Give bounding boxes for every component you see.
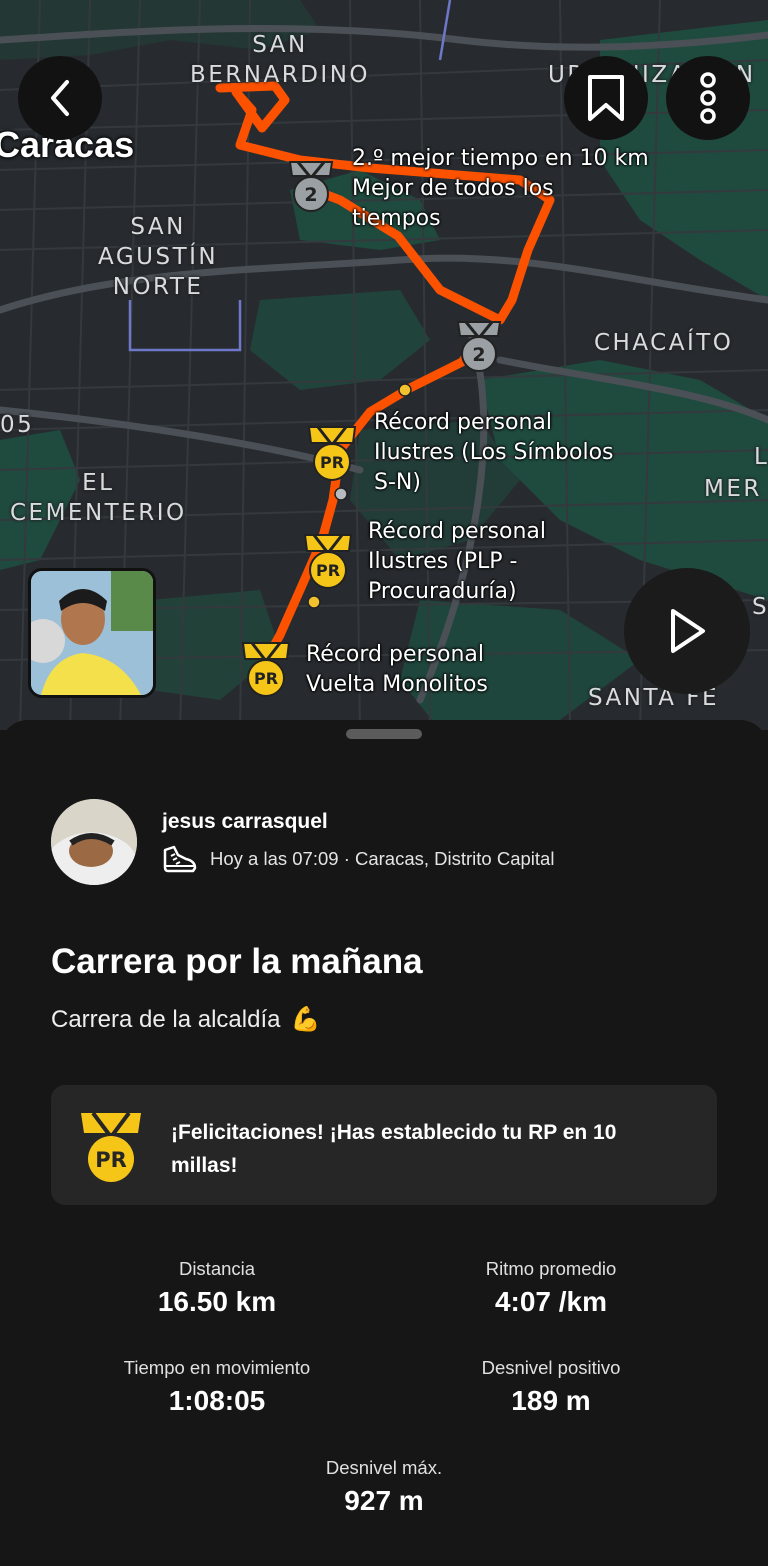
stat-max-elevation: Desnivel máx. 927 m — [214, 1457, 554, 1517]
segment-label[interactable]: Récord personal Ilustres (Los Símbolos S… — [374, 408, 614, 498]
second-best-medal-icon[interactable]: 2 — [286, 158, 336, 219]
sheet-drag-handle[interactable] — [346, 729, 422, 739]
place-label: SAN AGUSTÍN NORTE — [98, 214, 219, 300]
stat-value: 4:07 /km — [494, 1286, 608, 1317]
pr-medal-icon: PR — [81, 1111, 141, 1182]
pr-medal-icon[interactable]: PR — [302, 532, 354, 595]
medal-rank: 2 — [472, 344, 485, 366]
medal-rank: PR — [254, 669, 278, 688]
activity-description-text: Carrera de la alcaldía — [51, 1005, 281, 1033]
place-label: EL CEMENTERIO — [10, 470, 187, 526]
place-label: 05 — [0, 412, 35, 438]
stat-moving-time: Tiempo en movimiento 1:08:05 — [47, 1357, 387, 1417]
bookmark-button[interactable] — [564, 56, 648, 140]
stat-avg-pace: Ritmo promedio 4:07 /km — [381, 1258, 721, 1318]
stat-label: Tiempo en movimiento — [123, 1357, 311, 1378]
segment-label[interactable]: Récord personal Ilustres (PLP - Procurad… — [368, 517, 546, 607]
activity-time-location: Hoy a las 07:09 · Caracas, Distrito Capi… — [210, 848, 555, 869]
stat-label: Desnivel positivo — [481, 1357, 621, 1378]
running-shoe-icon — [163, 845, 197, 873]
stat-value: 16.50 km — [157, 1286, 277, 1317]
bookmark-icon — [588, 75, 624, 121]
activity-detail-sheet: jesus carrasquel Hoy a las 07:09 · Carac… — [0, 720, 768, 1566]
stat-label: Ritmo promedio — [485, 1258, 617, 1279]
more-options-button[interactable] — [666, 56, 750, 140]
pr-message: ¡Felicitaciones! ¡Has establecido tu RP … — [171, 1121, 617, 1177]
stat-value: 927 m — [344, 1485, 424, 1516]
medal-rank: 2 — [304, 184, 317, 206]
segment-label[interactable]: Récord personal Vuelta Monolitos — [306, 640, 488, 700]
activity-title: Carrera por la mañana — [51, 942, 423, 981]
segment-label[interactable]: 2.º mejor tiempo en 10 km Mejor de todos… — [352, 144, 649, 234]
second-best-medal-icon[interactable]: 2 — [454, 318, 504, 379]
place-label: CHACAÍTO — [594, 330, 734, 356]
medal-rank: PR — [316, 561, 340, 580]
pr-medal-icon[interactable]: PR — [240, 640, 292, 703]
activity-photo-thumbnail[interactable] — [28, 568, 156, 698]
avatar[interactable] — [51, 799, 137, 885]
more-vertical-icon — [700, 72, 716, 124]
activity-description: Carrera de la alcaldía 💪 — [51, 1005, 320, 1034]
stat-label: Distancia — [178, 1258, 256, 1279]
chevron-left-icon — [51, 80, 69, 116]
athlete-name[interactable]: jesus carrasquel — [162, 810, 328, 834]
stat-label: Desnivel máx. — [325, 1457, 443, 1478]
place-label: MER — [704, 476, 762, 502]
play-icon — [671, 609, 705, 653]
medal-rank: PR — [320, 453, 344, 472]
place-label: L — [754, 444, 768, 470]
stat-distance: Distancia 16.50 km — [47, 1258, 387, 1318]
stat-value: 189 m — [511, 1385, 591, 1416]
place-label: S — [752, 594, 768, 620]
play-flyover-button[interactable] — [624, 568, 750, 694]
flexed-biceps-icon: 💪 — [290, 1006, 321, 1033]
medal-rank: PR — [95, 1148, 127, 1172]
route-map[interactable]: SAN BERNARDINO SAN AGUSTÍN NORTE CHACAÍT… — [0, 0, 768, 730]
stat-elevation-gain: Desnivel positivo 189 m — [381, 1357, 721, 1417]
stat-value: 1:08:05 — [168, 1385, 266, 1416]
back-button[interactable] — [18, 56, 102, 140]
pr-achievement-card[interactable]: PR ¡Felicitaciones! ¡Has establecido tu … — [51, 1085, 717, 1205]
activity-meta: Hoy a las 07:09 · Caracas, Distrito Capi… — [162, 844, 554, 874]
place-label: SAN BERNARDINO — [190, 32, 371, 88]
pr-medal-icon[interactable]: PR — [306, 424, 358, 487]
